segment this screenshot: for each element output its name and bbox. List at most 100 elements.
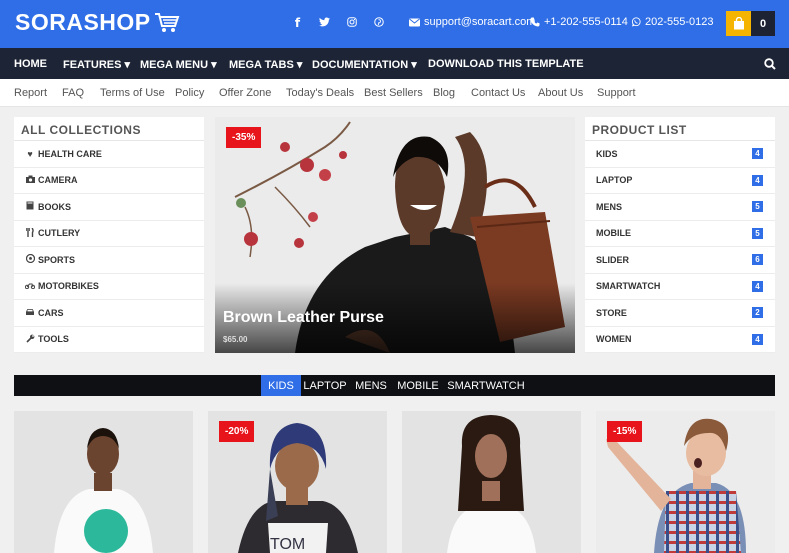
nav-item-features[interactable]: FEATURES ▾ xyxy=(63,58,130,71)
whatsapp-icon xyxy=(631,17,641,27)
nav-item-label[interactable]: MEGA MENU xyxy=(140,59,208,71)
collection-item-sports[interactable]: SPORTS xyxy=(14,247,204,274)
nav-item-home[interactable]: HOME xyxy=(14,58,47,70)
collection-item-books[interactable]: BOOKS xyxy=(14,194,204,221)
product-list-panel: PRODUCT LIST KIDS 4 LAPTOP 4 MENS 5 MOBILE 5… xyxy=(585,117,775,353)
subnav-link[interactable]: Blog xyxy=(433,87,455,99)
nav-item-label[interactable]: HOME xyxy=(14,58,47,70)
product-card[interactable]: -15% xyxy=(596,411,775,553)
count-badge: 4 xyxy=(752,280,763,292)
phone-icon xyxy=(530,17,540,27)
nav-item-label[interactable]: FEATURES xyxy=(63,59,121,71)
site-logo[interactable]: SORASHOP xyxy=(15,9,180,36)
tab-smartwatch[interactable]: SMARTWATCH xyxy=(443,375,529,396)
shopping-bag-icon[interactable] xyxy=(726,11,751,36)
collection-item-motorbikes[interactable]: MOTORBIKES xyxy=(14,274,204,300)
tab-mens[interactable]: MENS xyxy=(349,375,393,396)
cart-button[interactable]: 0 xyxy=(726,11,775,36)
secondary-navigation: Report FAQ Terms of Use Policy Offer Zon… xyxy=(0,79,789,107)
motorbike-icon xyxy=(24,281,36,291)
facebook-icon[interactable]: f xyxy=(291,16,304,30)
subnav-link[interactable]: Today's Deals xyxy=(286,87,354,99)
subnav-link[interactable]: FAQ xyxy=(62,87,84,99)
top-header: SORASHOP f support@soracart.com +1-202-5… xyxy=(0,0,789,48)
cart-count[interactable]: 0 xyxy=(751,11,775,36)
subnav-link[interactable]: Policy xyxy=(175,87,204,99)
tab-kids[interactable]: KIDS xyxy=(261,375,301,396)
product-list-label[interactable]: SMARTWATCH xyxy=(596,281,660,291)
collection-item-tools[interactable]: TOOLS xyxy=(14,327,204,353)
product-list-label[interactable]: SLIDER xyxy=(596,255,629,265)
hero-product-price: $65.00 xyxy=(223,335,248,344)
product-image[interactable] xyxy=(14,411,193,553)
phone-text[interactable]: +1-202-555-0114 xyxy=(544,16,628,28)
product-list-label[interactable]: LAPTOP xyxy=(596,175,632,185)
collection-label[interactable]: CAMERA xyxy=(38,175,78,185)
product-list-item-smartwatch[interactable]: SMARTWATCH 4 xyxy=(585,274,775,300)
hero-product-title[interactable]: Brown Leather Purse xyxy=(223,309,384,327)
contact-email[interactable]: support@soracart.com xyxy=(409,16,535,28)
collection-label[interactable]: SPORTS xyxy=(38,255,75,265)
subnav-link[interactable]: Terms of Use xyxy=(100,87,165,99)
nav-item-mega-menu[interactable]: MEGA MENU ▾ xyxy=(140,58,217,71)
product-list-item-mobile[interactable]: MOBILE 5 xyxy=(585,221,775,247)
twitter-icon[interactable] xyxy=(318,16,331,30)
pinterest-icon[interactable] xyxy=(372,16,385,30)
subnav-link[interactable]: Contact Us xyxy=(471,87,525,99)
subnav-link[interactable]: Support xyxy=(597,87,636,99)
product-list-item-store[interactable]: STORE 2 xyxy=(585,300,775,327)
nav-item-download[interactable]: DOWNLOAD THIS TEMPLATE xyxy=(428,58,584,70)
social-links: f xyxy=(291,16,385,30)
product-list-item-women[interactable]: WOMEN 4 xyxy=(585,327,775,353)
collection-item-cars[interactable]: CARS xyxy=(14,300,204,327)
product-image[interactable] xyxy=(402,411,581,553)
nav-item-label[interactable]: MEGA TABS xyxy=(229,59,294,71)
tab-laptop[interactable]: LAPTOP xyxy=(301,375,349,396)
subnav-link[interactable]: About Us xyxy=(538,87,583,99)
camera-icon xyxy=(25,175,35,185)
featured-product-slide[interactable]: -35% Brown Leather Purse $65.00 xyxy=(215,117,575,353)
product-list-label[interactable]: KIDS xyxy=(596,149,618,159)
product-list-item-laptop[interactable]: LAPTOP 4 xyxy=(585,168,775,194)
collection-label[interactable]: CUTLERY xyxy=(38,228,80,238)
product-list-label[interactable]: MENS xyxy=(596,202,622,212)
count-badge: 4 xyxy=(752,148,763,160)
product-card[interactable] xyxy=(14,411,193,553)
instagram-icon[interactable] xyxy=(345,16,358,30)
product-card[interactable]: TOM -20% xyxy=(208,411,387,553)
email-text[interactable]: support@soracart.com xyxy=(424,16,535,28)
collection-label[interactable]: HEALTH CARE xyxy=(38,149,102,159)
product-list-item-kids[interactable]: KIDS 4 xyxy=(585,141,775,168)
product-card[interactable] xyxy=(402,411,581,553)
search-icon[interactable] xyxy=(764,57,776,75)
product-list-item-mens[interactable]: MENS 5 xyxy=(585,194,775,221)
count-badge: 4 xyxy=(752,333,763,345)
discount-badge: -20% xyxy=(219,421,255,442)
logo-text[interactable]: SORASHOP xyxy=(15,9,151,36)
collection-item-cutlery[interactable]: CUTLERY xyxy=(14,221,204,247)
product-list-item-slider[interactable]: SLIDER 6 xyxy=(585,247,775,274)
subnav-link[interactable]: Best Sellers xyxy=(364,87,423,99)
collection-label[interactable]: BOOKS xyxy=(38,202,71,212)
collection-label[interactable]: TOOLS xyxy=(38,334,69,344)
contact-phone[interactable]: +1-202-555-0114 xyxy=(530,16,628,28)
collection-label[interactable]: CARS xyxy=(38,308,64,318)
count-badge: 4 xyxy=(752,174,763,186)
whatsapp-text[interactable]: 202-555-0123 xyxy=(645,16,714,28)
subnav-link[interactable]: Offer Zone xyxy=(219,87,271,99)
collection-item-camera[interactable]: CAMERA xyxy=(14,168,204,194)
nav-item-label[interactable]: DOWNLOAD THIS TEMPLATE xyxy=(428,58,584,70)
contact-whatsapp[interactable]: 202-555-0123 xyxy=(631,16,714,28)
subnav-link[interactable]: Report xyxy=(14,87,47,99)
wrench-icon xyxy=(25,334,35,345)
product-list-label[interactable]: STORE xyxy=(596,308,627,318)
collection-item-health-care[interactable]: ♥ HEALTH CARE xyxy=(14,141,204,168)
product-list-label[interactable]: WOMEN xyxy=(596,334,632,344)
tab-mobile[interactable]: MOBILE xyxy=(393,375,443,396)
product-list-label[interactable]: MOBILE xyxy=(596,228,631,238)
nav-item-label[interactable]: DOCUMENTATION xyxy=(312,59,408,71)
nav-item-mega-tabs[interactable]: MEGA TABS ▾ xyxy=(229,58,302,71)
count-badge: 5 xyxy=(752,201,763,213)
nav-item-documentation[interactable]: DOCUMENTATION ▾ xyxy=(312,58,417,71)
collection-label[interactable]: MOTORBIKES xyxy=(38,281,99,291)
